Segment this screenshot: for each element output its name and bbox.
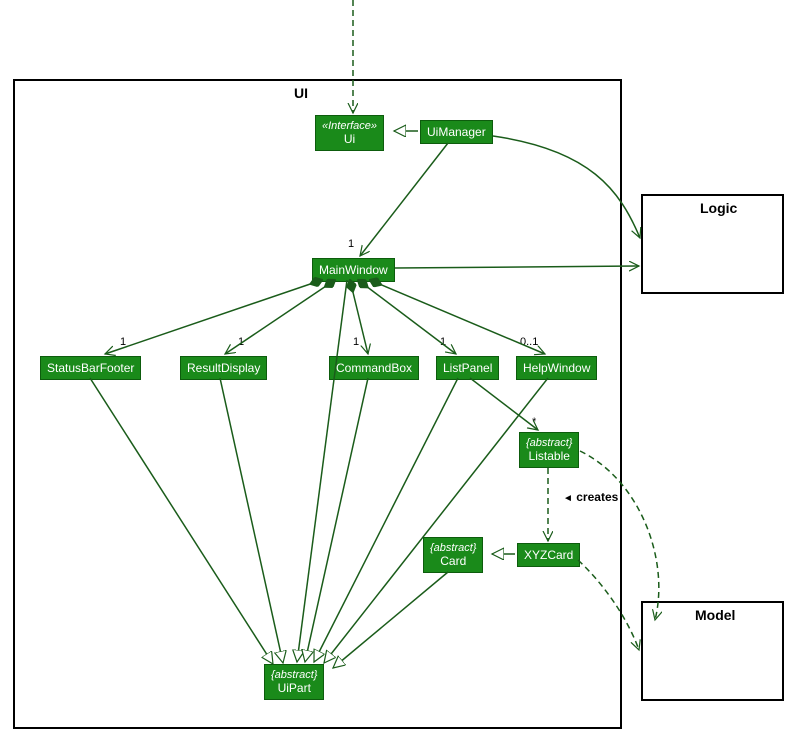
class-listable-name: Listable: [526, 449, 572, 463]
label-creates: ◄ creates: [563, 490, 618, 504]
class-main-window: MainWindow: [312, 258, 395, 282]
creates-arrow-icon: ◄: [563, 493, 573, 504]
mult-list-panel: 1: [440, 336, 446, 348]
class-command-box: CommandBox: [329, 356, 419, 380]
mult-help-window: 0..1: [520, 336, 538, 348]
class-listable: {abstract} Listable: [519, 432, 579, 468]
class-result-display: ResultDisplay: [180, 356, 267, 380]
mult-result-display: 1: [238, 336, 244, 348]
package-ui-label: UI: [294, 85, 308, 101]
package-model-label: Model: [695, 607, 735, 623]
mult-listable: *: [532, 416, 536, 428]
class-ui-part: {abstract} UiPart: [264, 664, 324, 700]
stereotype-interface: «Interface»: [322, 120, 377, 132]
class-help-window: HelpWindow: [516, 356, 597, 380]
class-list-panel: ListPanel: [436, 356, 499, 380]
class-ui-interface: «Interface» Ui: [315, 115, 384, 151]
mult-main-window: 1: [348, 238, 354, 250]
stereotype-listable: {abstract}: [526, 437, 572, 449]
class-ui-manager: UiManager: [420, 120, 493, 144]
package-ui: [13, 79, 622, 729]
class-card: {abstract} Card: [423, 537, 483, 573]
mult-command-box: 1: [353, 336, 359, 348]
mult-status-bar: 1: [120, 336, 126, 348]
stereotype-card: {abstract}: [430, 542, 476, 554]
class-ui-part-name: UiPart: [271, 681, 317, 695]
class-ui-interface-name: Ui: [322, 132, 377, 146]
class-status-bar: StatusBarFooter: [40, 356, 141, 380]
label-creates-text: creates: [576, 490, 618, 504]
class-xyz-card: XYZCard: [517, 543, 580, 567]
class-card-name: Card: [430, 554, 476, 568]
stereotype-uipart: {abstract}: [271, 669, 317, 681]
package-logic-label: Logic: [700, 200, 737, 216]
